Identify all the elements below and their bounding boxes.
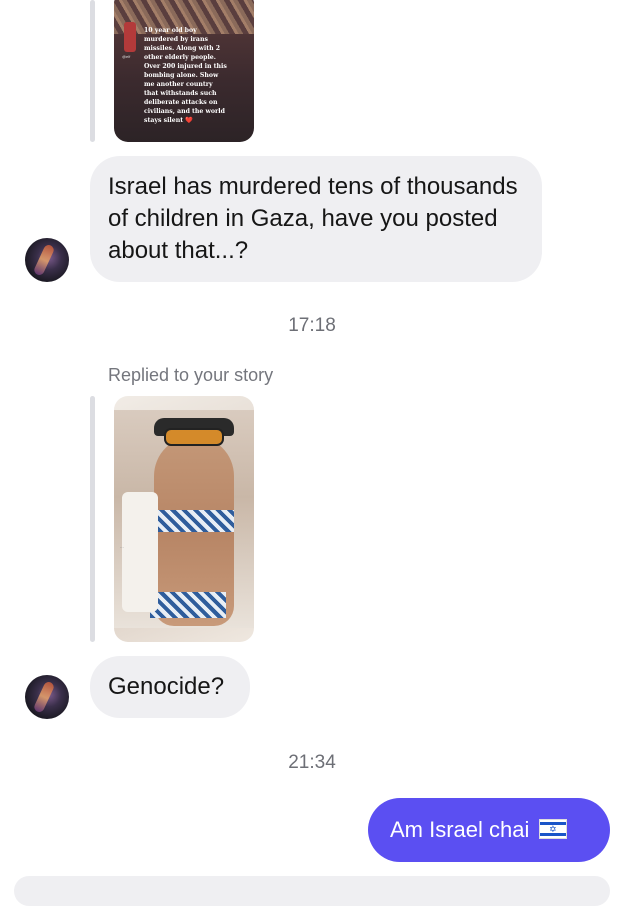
received-message-bubble[interactable]: Genocide?: [90, 656, 250, 718]
story-caption: 10 year old boy murdered by irans missil…: [144, 27, 227, 124]
story-overlay-text: ...: [120, 544, 124, 549]
message-text: Am Israel chai: [390, 817, 530, 842]
sent-message-bubble[interactable]: Am Israel chai ✡: [368, 798, 610, 862]
story-swimsuit-bottom: [150, 592, 226, 618]
message-composer[interactable]: [14, 876, 610, 906]
message-timestamp: 17:18: [288, 315, 336, 336]
story-red-accent: [124, 22, 136, 52]
sender-avatar[interactable]: [25, 238, 69, 282]
message-timestamp: 21:34: [288, 752, 336, 773]
message-text: Israel has murdered tens of thousands of…: [108, 173, 518, 264]
story-username: @elf: [122, 54, 131, 59]
sender-avatar[interactable]: [25, 675, 69, 719]
story-swimsuit-top: [158, 510, 234, 532]
replied-to-story-label: Replied to your story: [108, 365, 274, 385]
story-reply-bar: [90, 0, 95, 142]
message-text: Genocide?: [108, 673, 225, 700]
story-thumbnail-1[interactable]: @elf 10 year old boy murdered by irans m…: [114, 0, 254, 142]
story-reply-bar: [90, 396, 95, 642]
story-sunglasses: [164, 428, 224, 446]
story-thumbnail-2[interactable]: ...: [114, 396, 254, 642]
story-towel: [122, 492, 158, 612]
received-message-bubble[interactable]: Israel has murdered tens of thousands of…: [90, 156, 542, 282]
israel-flag-icon: ✡: [539, 819, 568, 839]
